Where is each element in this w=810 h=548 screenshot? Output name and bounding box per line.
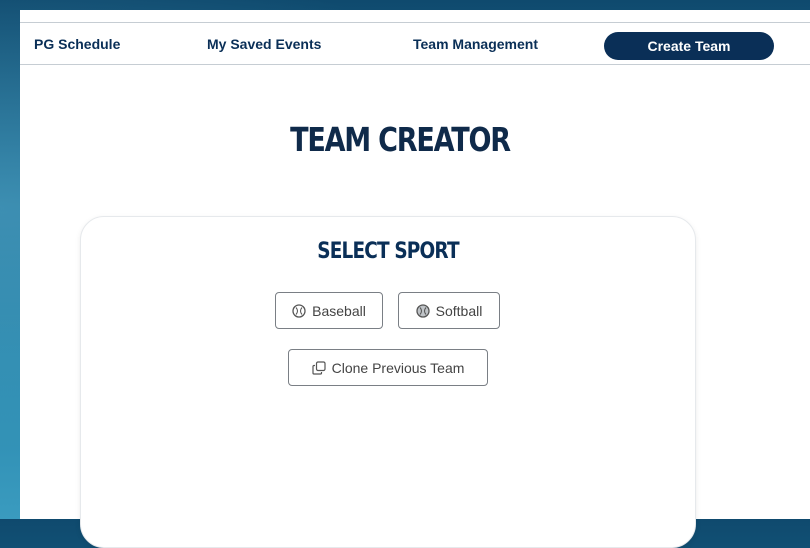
softball-label: Softball <box>435 302 483 319</box>
nav-divider <box>20 64 810 65</box>
create-team-button[interactable]: Create Team <box>604 32 774 60</box>
softball-button[interactable]: Softball <box>398 292 500 329</box>
nav-my-saved-events[interactable]: My Saved Events <box>207 34 321 54</box>
nav-team-management[interactable]: Team Management <box>413 34 538 54</box>
nav-pg-schedule[interactable]: PG Schedule <box>34 34 120 54</box>
select-sport-card: SELECT SPORT Baseball Softball Clone Pre… <box>80 216 696 548</box>
page-title: TEAM CREATOR <box>290 120 511 159</box>
main-panel: PG Schedule My Saved Events Team Managem… <box>20 10 810 548</box>
clone-previous-team-button[interactable]: Clone Previous Team <box>288 349 488 386</box>
baseball-button[interactable]: Baseball <box>275 292 383 329</box>
top-divider <box>20 22 810 23</box>
clone-label: Clone Previous Team <box>331 359 465 376</box>
copy-icon <box>311 360 326 375</box>
top-nav: PG Schedule My Saved Events Team Managem… <box>20 32 810 62</box>
select-sport-heading: SELECT SPORT <box>317 239 459 264</box>
baseball-icon <box>292 303 306 318</box>
baseball-label: Baseball <box>312 302 366 319</box>
softball-icon <box>415 303 430 318</box>
